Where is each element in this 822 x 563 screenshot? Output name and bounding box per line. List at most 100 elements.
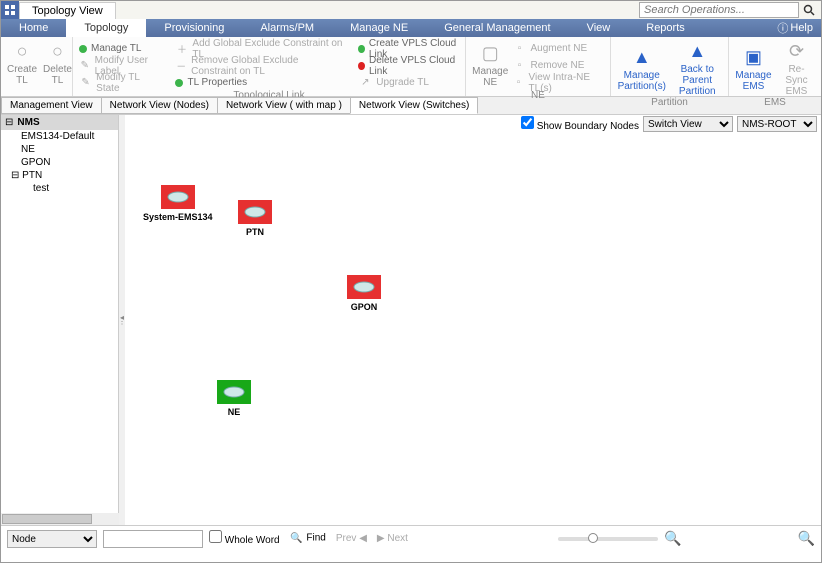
- tab-management-view[interactable]: Management View: [1, 97, 102, 114]
- scrollbar-thumb[interactable]: [2, 514, 92, 524]
- upgrade-tl-icon: ↗: [358, 76, 372, 90]
- tree-item[interactable]: EMS134-Default: [1, 130, 118, 143]
- manage-ems-label: Manage EMS: [735, 70, 772, 92]
- tree-root[interactable]: ⊟ NMS: [1, 115, 118, 130]
- delete-vpls-icon: [358, 62, 365, 70]
- prev-button[interactable]: Prev ◀: [336, 533, 367, 544]
- resync-ems-button[interactable]: ⟳ Re-Sync EMS: [778, 39, 815, 97]
- manage-partitions-label: Manage Partition(s): [617, 70, 667, 92]
- menu-home[interactable]: Home: [1, 19, 66, 37]
- find-button[interactable]: 🔍 Find: [290, 531, 326, 545]
- tree-panel: ⊟ NMS EMS134-Default NE GPON ⊟ PTN test: [1, 115, 119, 525]
- back-parent-label: Back to Parent Partition: [673, 64, 723, 97]
- search-icon: 🔍: [290, 531, 304, 545]
- create-tl-button[interactable]: ○ Create TL: [7, 39, 37, 86]
- node-icon: [347, 275, 381, 299]
- tree-item[interactable]: GPON: [1, 156, 118, 169]
- remove-global-exclude-button[interactable]: －Remove Global Exclude Constraint on TL: [175, 58, 344, 73]
- modify-tl-state-icon: ✎: [79, 76, 92, 90]
- tl-properties-button[interactable]: TL Properties: [175, 75, 344, 90]
- augment-ne-button[interactable]: ▫Augment NE: [512, 41, 604, 56]
- tab-network-nodes[interactable]: Network View (Nodes): [101, 97, 218, 114]
- ribbon-group-tl: ○ Create TL ○ Delete TL: [1, 37, 73, 96]
- topology-node[interactable]: PTN: [238, 200, 272, 237]
- delete-tl-button[interactable]: ○ Delete TL: [43, 39, 72, 86]
- topology-node[interactable]: System-EMS134: [143, 185, 213, 222]
- node-label: System-EMS134: [143, 212, 213, 222]
- delete-tl-icon: ○: [52, 41, 63, 62]
- delete-vpls-button[interactable]: Delete VPLS Cloud Link: [358, 58, 459, 73]
- scope-select[interactable]: Node: [7, 530, 97, 548]
- resync-ems-icon: ⟳: [789, 41, 804, 62]
- menu-topology[interactable]: Topology: [66, 19, 146, 37]
- delete-tl-label: Delete TL: [43, 64, 72, 86]
- tree-item[interactable]: NE: [1, 143, 118, 156]
- topology-canvas[interactable]: System-EMS134 PTN GPON NE: [125, 115, 821, 525]
- zoom-thumb[interactable]: [588, 533, 598, 543]
- help-label: Help: [790, 22, 813, 34]
- manage-partitions-button[interactable]: ▲ Manage Partition(s): [617, 39, 667, 97]
- canvas-toolbar: Show Boundary Nodes Switch View NMS-ROOT: [513, 115, 817, 133]
- manage-tl-icon: [79, 45, 87, 53]
- zoom-slider[interactable]: [558, 537, 658, 541]
- menu-manage-ne[interactable]: Manage NE: [332, 19, 426, 37]
- node-label: PTN: [238, 227, 272, 237]
- menu-reports[interactable]: Reports: [628, 19, 703, 37]
- search-input[interactable]: [639, 2, 799, 18]
- modify-tl-state-button[interactable]: ✎Modify TL State: [79, 75, 161, 90]
- tree-scrollbar[interactable]: [1, 513, 119, 525]
- ems-group-label: EMS: [735, 97, 815, 109]
- show-boundary-checkbox[interactable]: Show Boundary Nodes: [521, 116, 639, 132]
- add-global-icon: ＋: [175, 42, 188, 56]
- resync-ems-label: Re-Sync EMS: [778, 64, 815, 97]
- topology-node[interactable]: NE: [217, 380, 251, 417]
- back-parent-partition-button[interactable]: ▲ Back to Parent Partition: [673, 39, 723, 97]
- ribbon-group-ne: ▢ Manage NE ▫Augment NE ▫Remove NE ▫View…: [466, 37, 611, 96]
- next-button[interactable]: ▶ Next: [377, 533, 408, 544]
- menu-provisioning[interactable]: Provisioning: [146, 19, 242, 37]
- tree-item[interactable]: ⊟ PTN: [1, 169, 118, 182]
- view-intra-ne-icon: ▫: [512, 76, 524, 90]
- back-parent-icon: ▲: [688, 41, 706, 62]
- window-icon: [1, 1, 19, 19]
- partition-group-label: Partition: [617, 97, 722, 109]
- view-mode-select[interactable]: Switch View: [643, 116, 733, 132]
- tab-network-map[interactable]: Network View ( with map ): [217, 97, 351, 114]
- footer-bar: Node Whole Word 🔍 Find Prev ◀ ▶ Next 🔍 🔍: [1, 525, 821, 563]
- ribbon-group-partition: ▲ Manage Partition(s) ▲ Back to Parent P…: [611, 37, 729, 96]
- search-button[interactable]: [801, 2, 817, 18]
- next-icon: ▶: [377, 533, 385, 544]
- manage-ne-label: Manage NE: [472, 66, 508, 88]
- tree-item[interactable]: test: [1, 182, 118, 195]
- menu-general[interactable]: General Management: [426, 19, 568, 37]
- menu-alarms[interactable]: Alarms/PM: [242, 19, 332, 37]
- collapse-icon: ⊟: [5, 117, 13, 128]
- content-area: Show Boundary Nodes Switch View NMS-ROOT…: [1, 115, 821, 525]
- help-icon: ⓘ: [777, 20, 788, 36]
- topology-node[interactable]: GPON: [347, 275, 381, 312]
- remove-ne-icon: ▫: [512, 59, 526, 73]
- zoom-out-button[interactable]: 🔍: [664, 530, 681, 547]
- upgrade-tl-button[interactable]: ↗Upgrade TL: [358, 75, 459, 90]
- zoom-in-button[interactable]: 🔍: [798, 530, 815, 547]
- window-title: Topology View: [19, 2, 116, 19]
- view-intra-ne-button[interactable]: ▫View Intra-NE TL(s): [512, 75, 604, 90]
- ribbon-group-ems: ▣ Manage EMS ⟳ Re-Sync EMS EMS: [729, 37, 821, 96]
- collapse-icon: ⊟: [11, 170, 19, 181]
- menu-view[interactable]: View: [569, 19, 629, 37]
- manage-partitions-icon: ▲: [633, 47, 651, 68]
- find-input[interactable]: [103, 530, 203, 548]
- create-tl-label: Create TL: [7, 64, 37, 86]
- manage-ems-icon: ▣: [745, 47, 762, 68]
- root-select[interactable]: NMS-ROOT: [737, 116, 817, 132]
- augment-ne-icon: ▫: [512, 42, 526, 56]
- whole-word-checkbox[interactable]: Whole Word: [209, 530, 280, 546]
- manage-ne-button[interactable]: ▢ Manage NE: [472, 39, 508, 90]
- manage-ems-button[interactable]: ▣ Manage EMS: [735, 39, 772, 97]
- help-link[interactable]: ⓘ Help: [769, 19, 821, 37]
- ne-group-label: NE: [472, 90, 604, 102]
- node-icon: [238, 200, 272, 224]
- tab-network-switches[interactable]: Network View (Switches): [350, 97, 478, 114]
- tl-properties-icon: [175, 79, 183, 87]
- title-bar: Topology View: [1, 1, 821, 19]
